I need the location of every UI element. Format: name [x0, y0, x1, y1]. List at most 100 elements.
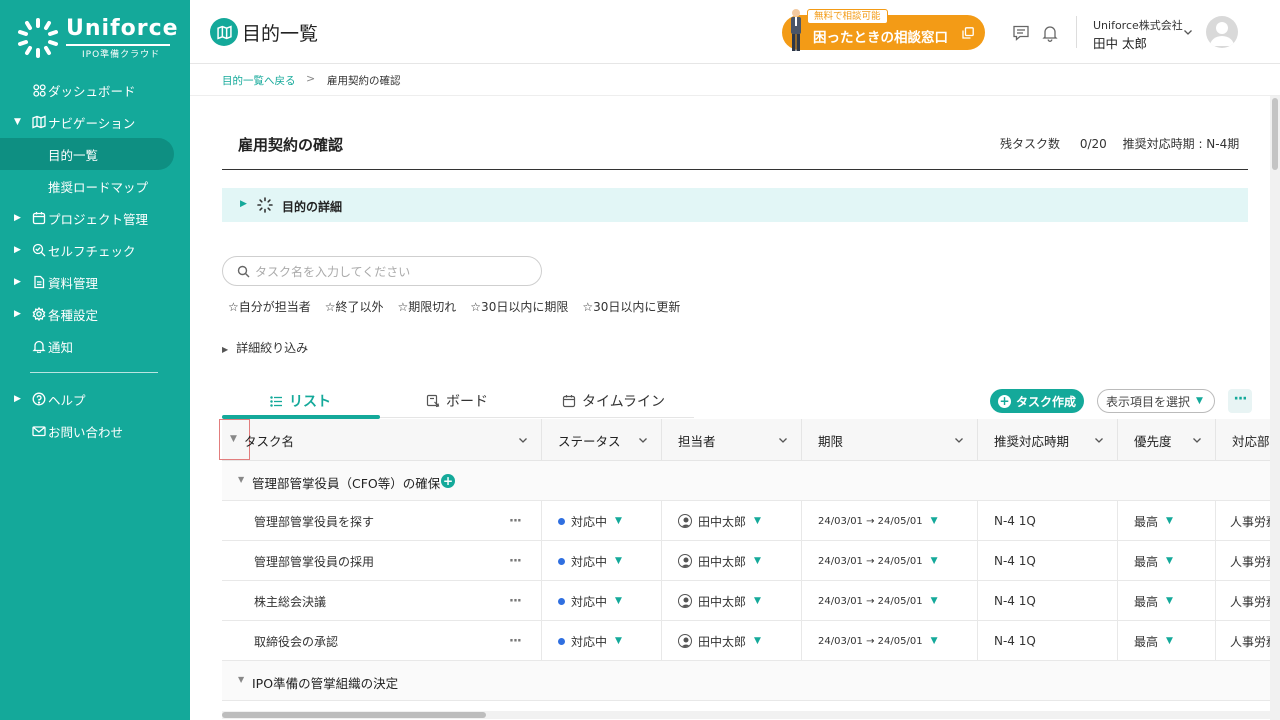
filter-not-finished[interactable]: ☆終了以外 [325, 298, 384, 315]
caret-down-icon[interactable]: ▼ [238, 675, 244, 684]
tab-board[interactable]: ボード [426, 384, 488, 418]
sidebar-item-notifications[interactable]: 通知 [0, 330, 190, 362]
status-cell[interactable]: 対応中 ▼ [542, 621, 662, 661]
row-more-button[interactable]: ··· [509, 634, 522, 649]
sidebar-item-goal-list[interactable]: 目的一覧 [0, 138, 174, 170]
priority-cell[interactable]: 最高 ▼ [1118, 621, 1216, 661]
breadcrumb-back-link[interactable]: 目的一覧へ戻る [222, 73, 296, 88]
column-select-dropdown[interactable]: 表示項目を選択 ▼ [1097, 389, 1215, 413]
priority-cell[interactable]: 最高 ▼ [1118, 501, 1216, 541]
caret-down-icon[interactable]: ▼ [931, 636, 938, 646]
sidebar-item-selfcheck[interactable]: ▶ セルフチェック [0, 234, 190, 266]
due-cell[interactable]: 24/03/01 → 24/05/01 ▼ [802, 541, 978, 581]
column-header-assignee[interactable]: 担当者 [662, 419, 802, 461]
caret-down-icon[interactable]: ▼ [754, 516, 761, 526]
filter-due-30days[interactable]: ☆30日以内に期限 [470, 298, 568, 315]
consult-button[interactable]: 無料で相談可能 困ったときの相談窓口 [782, 9, 985, 51]
table-row[interactable]: 取締役会の承認 ··· 対応中 ▼ 田中太郎 ▼ 24/03/01 → 24/05/… [222, 621, 1270, 661]
bell-icon[interactable] [1041, 24, 1059, 42]
scrollbar-thumb[interactable] [1272, 98, 1278, 170]
sidebar-item-help[interactable]: ▶ ヘルプ [0, 383, 190, 415]
caret-down-icon[interactable]: ▼ [754, 596, 761, 606]
scrollbar-thumb[interactable] [222, 712, 486, 718]
filter-overdue[interactable]: ☆期限切れ [398, 298, 457, 315]
add-task-button[interactable]: + [441, 474, 455, 488]
sidebar-item-project[interactable]: ▶ プロジェクト管理 [0, 202, 190, 234]
caret-down-icon[interactable]: ▼ [238, 475, 244, 484]
sidebar-item-dashboard[interactable]: ダッシュボード [0, 74, 190, 106]
task-name[interactable]: 取締役会の承認 [254, 633, 338, 650]
advanced-filter-toggle[interactable]: ▶ 詳細絞り込み [222, 339, 308, 356]
row-more-button[interactable]: ··· [509, 514, 522, 529]
title-divider [222, 169, 1248, 170]
goal-detail-toggle[interactable]: ▶ 目的の詳細 [222, 188, 1248, 222]
assignee-cell[interactable]: 田中太郎 ▼ [662, 501, 802, 541]
column-header-department[interactable]: 対応部署 [1216, 419, 1270, 461]
table-row[interactable]: 管理部管掌役員の採用 ··· 対応中 ▼ 田中太郎 ▼ 24/03/01 → 24/… [222, 541, 1270, 581]
department-cell: 人事労務 [1216, 501, 1270, 541]
page-title: 目的一覧 [242, 23, 319, 45]
sidebar-item-navigation[interactable]: ▼ ナビゲーション [0, 106, 190, 138]
avatar[interactable] [1206, 16, 1238, 48]
caret-down-icon[interactable]: ▼ [931, 596, 938, 606]
due-cell[interactable]: 24/03/01 → 24/05/01 ▼ [802, 621, 978, 661]
priority-cell[interactable]: 最高 ▼ [1118, 581, 1216, 621]
column-header-period[interactable]: 推奨対応時期 [978, 419, 1118, 461]
row-more-button[interactable]: ··· [509, 594, 522, 609]
search-input[interactable] [255, 262, 535, 282]
filter-mine[interactable]: ☆自分が担当者 [228, 298, 311, 315]
plus-icon: + [997, 393, 1011, 408]
caret-right-icon: ▶ [14, 277, 21, 287]
status-cell[interactable]: 対応中 ▼ [542, 501, 662, 541]
tab-timeline[interactable]: タイムライン [562, 384, 665, 418]
assignee-cell[interactable]: 田中太郎 ▼ [662, 541, 802, 581]
caret-down-icon[interactable]: ▼ [1166, 556, 1173, 566]
caret-down-icon[interactable]: ▼ [754, 556, 761, 566]
table-row[interactable]: 管理部管掌役員を探す ··· 対応中 ▼ 田中太郎 ▼ 24/03/01 → 24/… [222, 501, 1270, 541]
assignee-cell[interactable]: 田中太郎 ▼ [662, 621, 802, 661]
column-header-priority[interactable]: 優先度 [1118, 419, 1216, 461]
sidebar-item-contact[interactable]: お問い合わせ [0, 415, 190, 447]
due-cell[interactable]: 24/03/01 → 24/05/01 ▼ [802, 581, 978, 621]
task-name[interactable]: 株主総会決議 [254, 593, 326, 610]
column-header-status[interactable]: ステータス [542, 419, 662, 461]
more-options-button[interactable]: ··· [1228, 389, 1252, 413]
column-header-due[interactable]: 期限 [802, 419, 978, 461]
table-row[interactable]: 株主総会決議 ··· 対応中 ▼ 田中太郎 ▼ 24/03/01 → 24/05/0… [222, 581, 1270, 621]
caret-down-icon[interactable]: ▼ [1166, 636, 1173, 646]
sidebar-item-roadmap[interactable]: 推奨ロードマップ [0, 170, 190, 202]
vertical-scrollbar[interactable] [1270, 96, 1280, 720]
caret-down-icon[interactable]: ▼ [615, 556, 622, 566]
filter-updated-30days[interactable]: ☆30日以内に更新 [582, 298, 680, 315]
row-more-button[interactable]: ··· [509, 554, 522, 569]
logo[interactable]: Uniforce IPO準備クラウド [16, 14, 178, 62]
tab-list[interactable]: リスト [270, 384, 331, 418]
status-cell[interactable]: 対応中 ▼ [542, 541, 662, 581]
sidebar-item-documents[interactable]: ▶ 資料管理 [0, 266, 190, 298]
chevron-down-icon[interactable] [1182, 26, 1194, 38]
sidebar-divider [30, 372, 158, 373]
status-cell[interactable]: 対応中 ▼ [542, 581, 662, 621]
user-name[interactable]: 田中 太郎 [1093, 33, 1147, 52]
caret-down-icon[interactable]: ▼ [615, 516, 622, 526]
assignee-name: 田中太郎 [698, 634, 747, 649]
create-task-button[interactable]: + タスク作成 [990, 389, 1084, 413]
caret-down-icon[interactable]: ▼ [1166, 516, 1173, 526]
caret-down-icon[interactable]: ▼ [615, 596, 622, 606]
column-header-task[interactable]: タスク名 [222, 419, 542, 461]
caret-down-icon[interactable]: ▼ [615, 636, 622, 646]
horizontal-scrollbar[interactable] [222, 711, 1270, 719]
column-label: ステータス [558, 433, 621, 449]
assignee-cell[interactable]: 田中太郎 ▼ [662, 581, 802, 621]
sidebar-item-settings[interactable]: ▶ 各種設定 [0, 298, 190, 330]
caret-down-icon[interactable]: ▼ [754, 636, 761, 646]
department-value: 人事労務 [1230, 514, 1270, 529]
due-cell[interactable]: 24/03/01 → 24/05/01 ▼ [802, 501, 978, 541]
task-name[interactable]: 管理部管掌役員の採用 [254, 553, 374, 570]
chat-icon[interactable] [1012, 24, 1030, 42]
caret-down-icon[interactable]: ▼ [931, 516, 938, 526]
task-name[interactable]: 管理部管掌役員を探す [254, 513, 374, 530]
caret-down-icon[interactable]: ▼ [931, 556, 938, 566]
priority-cell[interactable]: 最高 ▼ [1118, 541, 1216, 581]
caret-down-icon[interactable]: ▼ [1166, 596, 1173, 606]
